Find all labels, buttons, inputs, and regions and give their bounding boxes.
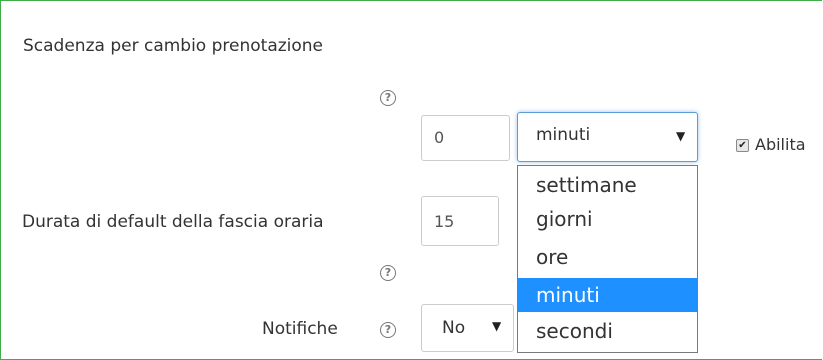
unit-dropdown-list[interactable]: settimane giorni ore minuti secondi: [517, 165, 698, 353]
enable-label: Abilita: [755, 135, 806, 154]
deadline-unit-select[interactable]: minuti ▼: [517, 112, 698, 162]
caret-down-icon: ▼: [676, 129, 686, 143]
dropdown-option-minuti[interactable]: minuti: [518, 278, 697, 312]
dropdown-option-secondi[interactable]: secondi: [518, 314, 697, 348]
notifications-select[interactable]: No ▼: [421, 304, 514, 352]
help-icon[interactable]: ?: [380, 322, 396, 338]
help-icon[interactable]: ?: [380, 90, 396, 106]
deadline-unit-value: minuti: [536, 125, 591, 145]
caret-down-icon: ▼: [492, 319, 502, 333]
slot-duration-label: Durata di default della fascia oraria: [22, 212, 324, 232]
dropdown-option-giorni[interactable]: giorni: [518, 202, 697, 236]
checkmark-icon: ✔: [738, 140, 747, 151]
help-icon[interactable]: ?: [380, 265, 396, 281]
notifications-value: No: [442, 318, 466, 338]
deadline-label: Scadenza per cambio prenotazione: [23, 36, 324, 56]
deadline-value-input[interactable]: 0: [421, 115, 510, 161]
dropdown-option-ore[interactable]: ore: [518, 240, 697, 274]
slot-duration-input[interactable]: 15: [421, 196, 499, 246]
dropdown-option-settimane[interactable]: settimane: [518, 168, 697, 202]
enable-checkbox[interactable]: ✔: [736, 139, 749, 152]
notifications-label: Notifiche: [262, 319, 338, 339]
